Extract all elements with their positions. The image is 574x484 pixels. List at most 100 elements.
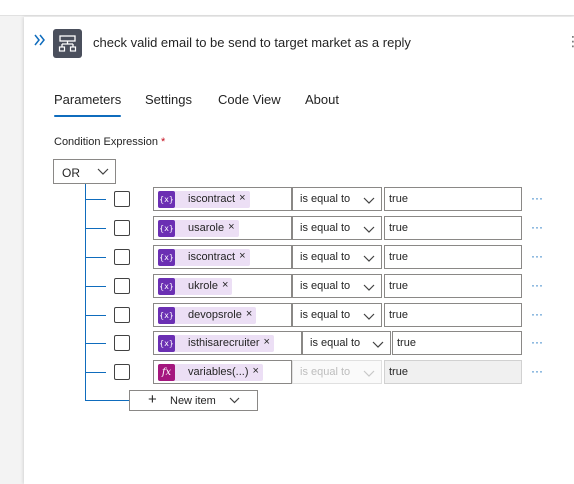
right-operand-value: true [389,280,408,292]
variable-token[interactable]: {x} ukrole × [158,278,233,295]
row-more-icon[interactable]: ··· [531,191,543,205]
operator-dropdown[interactable]: is equal to [302,331,391,355]
token-label: isthisarecruiter [188,337,260,349]
remove-token-icon[interactable]: × [245,307,256,324]
left-operand-field[interactable]: {x} isthisarecruiter × [153,331,302,355]
row-checkbox[interactable] [114,220,130,236]
row-checkbox[interactable] [114,278,130,294]
right-operand-field: true [384,360,522,384]
required-mark: * [160,136,166,148]
remove-token-icon[interactable]: × [227,220,238,237]
action-title[interactable]: check valid email to be send to target m… [93,35,411,50]
left-operand-field[interactable]: {x} usarole × [153,216,292,240]
chevron-down-icon [229,397,240,404]
right-operand-field[interactable]: true [384,274,522,298]
condition-icon [53,29,82,58]
variable-icon: {x} [158,191,175,208]
chevron-down-icon [97,168,109,175]
operator-dropdown[interactable]: is equal to [292,245,382,269]
row-more-icon[interactable]: ··· [531,307,543,321]
tab-about[interactable]: About [305,92,339,107]
variable-token[interactable]: {x} iscontract × [158,191,250,208]
row-checkbox[interactable] [114,191,130,207]
row-more-icon[interactable]: ··· [531,278,543,292]
variable-icon: {x} [158,220,175,237]
condition-row: {x} devopsrole × is equal to true ··· [0,303,574,327]
variable-token[interactable]: {x} devopsrole × [158,307,257,324]
row-checkbox[interactable] [114,249,130,265]
right-operand-field[interactable]: true [384,216,522,240]
operator-dropdown[interactable]: is equal to [292,216,382,240]
token-label: ukrole [188,280,218,292]
row-more-icon[interactable]: ··· [531,220,543,234]
operator-dropdown[interactable]: is equal to [292,303,382,327]
row-checkbox[interactable] [114,335,130,351]
variable-token[interactable]: {x} usarole × [158,220,239,237]
left-operand-field[interactable]: {x} iscontract × [153,245,292,269]
chevron-down-icon [363,370,375,377]
condition-row: {x} usarole × is equal to true ··· [0,216,574,240]
variable-icon: {x} [158,335,175,352]
new-item-label: New item [170,395,216,407]
tab-parameters[interactable]: Parameters [54,92,122,117]
expression-token[interactable]: fx variables(...) × [158,364,263,381]
chevron-down-icon [363,197,375,204]
left-operand-field[interactable]: {x} ukrole × [153,274,292,298]
ellipsis-icon[interactable]: ⋮ [566,33,574,49]
right-operand-value: true [389,366,408,378]
group-operator-value: OR [62,166,80,180]
right-operand-field[interactable]: true [384,303,522,327]
plus-icon: + [148,391,157,408]
operator-value: is equal to [300,280,351,292]
left-operand-field[interactable]: {x} iscontract × [153,187,292,211]
operator-dropdown[interactable]: is equal to [292,187,382,211]
remove-token-icon[interactable]: × [238,249,249,266]
right-operand-field[interactable]: true [392,331,522,355]
token-label: devopsrole [188,309,242,321]
double-chevron-right-icon[interactable] [33,33,47,47]
right-operand-value: true [397,337,416,349]
condition-expression-label: Condition Expression * [54,136,165,148]
condition-row: {x} iscontract × is equal to true ··· [0,187,574,211]
condition-row: {x} isthisarecruiter × is equal to true … [0,331,574,355]
token-label: variables(...) [188,366,249,378]
row-checkbox[interactable] [114,307,130,323]
tab-settings[interactable]: Settings [145,92,192,107]
top-strip [0,0,574,16]
right-operand-value: true [389,251,408,263]
variable-icon: {x} [158,249,175,266]
operator-value: is equal to [300,366,351,378]
variable-token[interactable]: {x} iscontract × [158,249,250,266]
condition-row: {x} ukrole × is equal to true ··· [0,274,574,298]
row-more-icon[interactable]: ··· [531,364,543,378]
right-operand-field[interactable]: true [384,245,522,269]
condition-expression-text: Condition Expression [54,136,158,148]
group-operator-dropdown[interactable]: OR [53,159,116,184]
left-operand-field[interactable]: {x} devopsrole × [153,303,292,327]
remove-token-icon[interactable]: × [238,191,249,208]
row-more-icon[interactable]: ··· [531,249,543,263]
remove-token-icon[interactable]: × [221,278,232,295]
tab-code-view[interactable]: Code View [218,92,281,107]
variable-token[interactable]: {x} isthisarecruiter × [158,335,274,352]
operator-dropdown[interactable]: is equal to [292,274,382,298]
operator-value: is equal to [300,309,351,321]
chevron-down-icon [363,226,375,233]
remove-token-icon[interactable]: × [263,335,274,352]
chevron-down-icon [363,255,375,262]
right-operand-field[interactable]: true [384,187,522,211]
right-operand-value: true [389,193,408,205]
remove-token-icon[interactable]: × [252,364,263,381]
right-operand-value: true [389,222,408,234]
new-item-button[interactable]: + New item [129,390,258,411]
row-checkbox[interactable] [114,364,130,380]
row-more-icon[interactable]: ··· [531,335,543,349]
operator-value: is equal to [300,251,351,263]
function-icon: fx [158,364,175,381]
left-operand-field[interactable]: fx variables(...) × [153,360,292,384]
chevron-down-icon [363,284,375,291]
chevron-down-icon [363,313,375,320]
variable-icon: {x} [158,278,175,295]
operator-value: is equal to [300,222,351,234]
token-label: iscontract [188,251,236,263]
